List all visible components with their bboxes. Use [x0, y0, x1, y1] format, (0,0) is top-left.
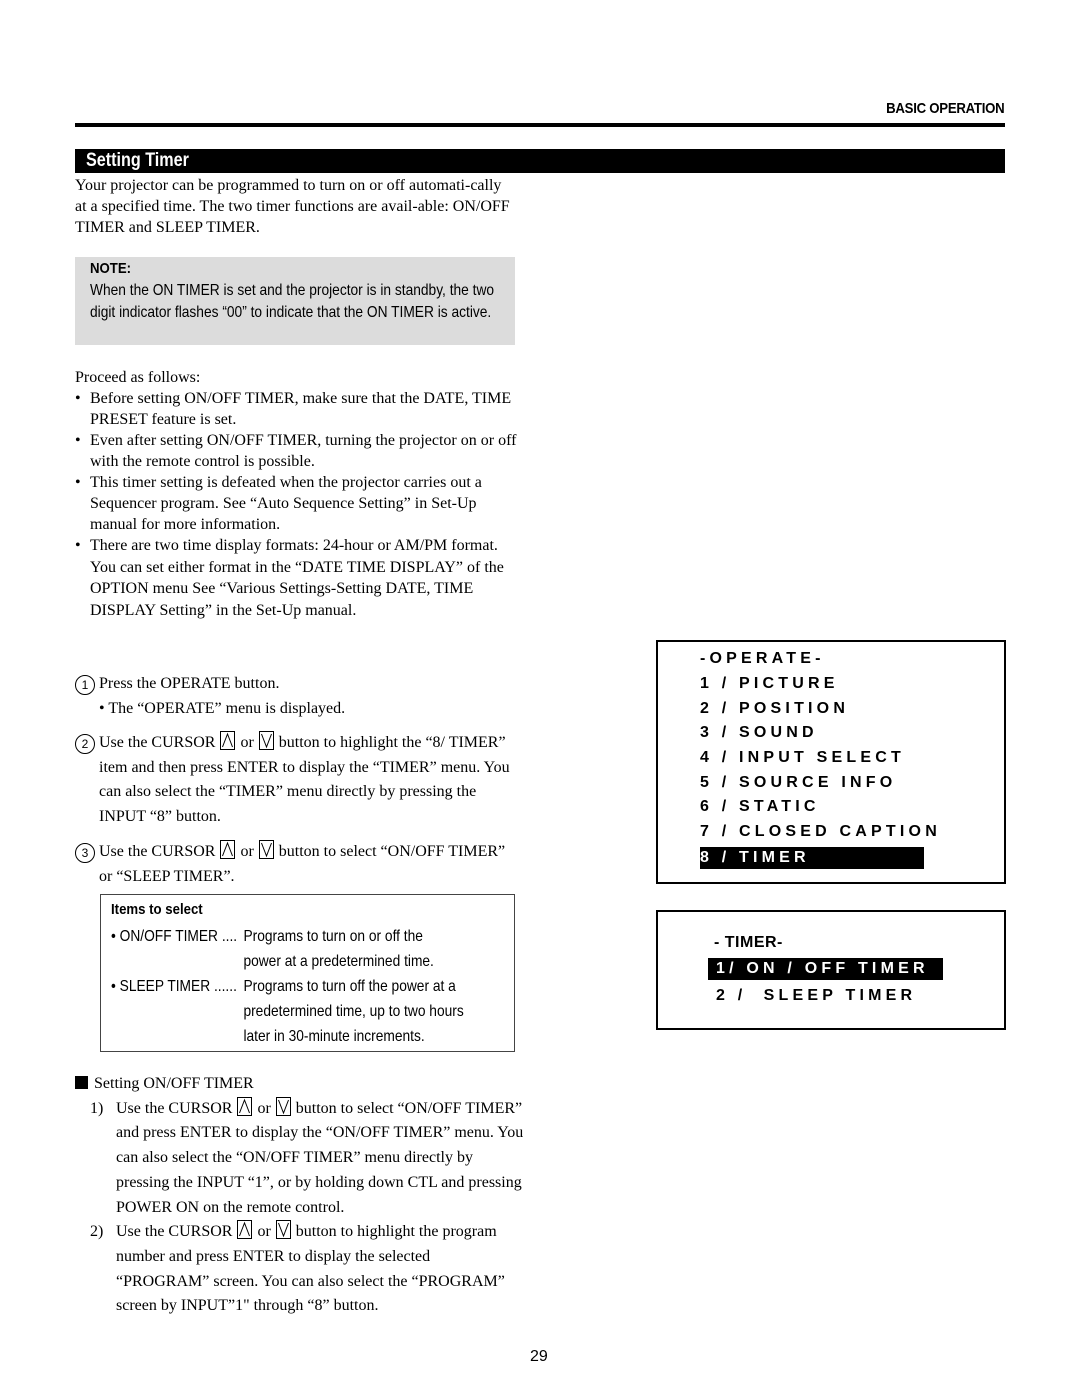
step-text: Press the OPERATE button. [99, 675, 280, 692]
operate-menu-title: -OPERATE- [700, 650, 825, 667]
operate-menu-screen: -OPERATE- 1 / PICTURE 2 / POSITION 3 / S… [656, 640, 1006, 884]
bullet-item: • There are two time display formats: 24-… [75, 537, 504, 619]
items-box-title: Items to select [111, 901, 203, 918]
cursor-down-key-icon [275, 1220, 291, 1240]
cursor-up-key-icon [237, 1220, 253, 1240]
operate-menu-item-picture[interactable]: 1 / PICTURE [700, 673, 839, 695]
header-rule [75, 123, 1005, 127]
proceed-lead: Proceed as follows: [75, 369, 201, 386]
step-number-circle: 3 [75, 843, 95, 863]
operate-menu-item-sound[interactable]: 3 / SOUND [700, 722, 818, 744]
operate-menu-item-position[interactable]: 2 / POSITION [700, 698, 849, 720]
step-1: 1 Press the OPERATE button. • The “OPERA… [75, 672, 520, 721]
item-sleep-timer: • SLEEP TIMER ...... Programs to turn off… [111, 974, 464, 1049]
step-2: 2 Use the CURSOR or button to highlight … [75, 731, 520, 829]
operate-menu-item-closed-caption[interactable]: 7 / CLOSED CAPTION [700, 821, 941, 843]
item-label: • SLEEP TIMER ...... [111, 978, 237, 995]
operate-menu-item-static[interactable]: 6 / STATIC [700, 796, 820, 818]
items-to-select-box: Items to select • ON/OFF TIMER .... Progr… [100, 894, 515, 1052]
section-heading: Setting ON/OFF TIMER [75, 1072, 525, 1097]
bullet-item: • Before setting ON/OFF TIMER, make sure … [75, 390, 512, 428]
note-box: NOTE: When the ON TIMER is set and the p… [75, 257, 515, 345]
page-number: 29 [530, 1348, 548, 1365]
proceed-section: Proceed as follows: • Before setting ON/O… [75, 367, 520, 621]
step-subtext: • The “OPERATE” menu is displayed. [99, 699, 346, 717]
note-text: When the ON TIMER is set and the project… [90, 282, 495, 321]
bullet-item: • This timer setting is defeated when the… [75, 474, 482, 533]
cursor-down-key-icon [275, 1096, 291, 1116]
page-title: Setting Timer [86, 150, 189, 171]
square-bullet-icon [75, 1076, 88, 1089]
section-label: BASIC OPERATION [885, 100, 1005, 117]
step-number-circle: 2 [75, 734, 95, 754]
step-3: 3 Use the CURSOR or button to select “ON… [75, 840, 520, 889]
timer-menu-title: - TIMER- [714, 934, 783, 951]
item-label: • ON/OFF TIMER .... [111, 928, 238, 945]
proceed-bullet-list: • Before setting ON/OFF TIMER, make sure … [75, 388, 520, 621]
onoff-step-1: 1) Use the CURSOR or button to select “O… [75, 1096, 525, 1221]
timer-menu-item-sleep-timer[interactable]: 2 / SLEEP TIMER [716, 985, 916, 1007]
setting-on-off-timer-section: Setting ON/OFF TIMER 1) Use the CURSOR o… [75, 1072, 525, 1319]
cursor-down-key-icon [258, 840, 274, 859]
item-description: Programs to turn on or off the power at a… [243, 928, 434, 970]
cursor-down-key-icon [258, 731, 274, 750]
cursor-up-key-icon [237, 1096, 253, 1116]
timer-menu-screen: - TIMER- 1/ ON / OFF TIMER 2 / SLEEP TIM… [656, 910, 1006, 1030]
note-title: NOTE: [90, 260, 132, 277]
onoff-step-2: 2) Use the CURSOR or button to highlight… [75, 1220, 525, 1319]
timer-menu-item-on-off-timer-selected[interactable]: 1/ ON / OFF TIMER [708, 958, 943, 980]
step-number-circle: 1 [75, 675, 95, 695]
operate-menu-item-input-select[interactable]: 4 / INPUT SELECT [700, 747, 905, 769]
item-description: Programs to turn off the power at a prede… [243, 978, 464, 1045]
intro-paragraph: Your projector can be programmed to turn… [75, 177, 510, 236]
item-on-off-timer: • ON/OFF TIMER .... Programs to turn on o… [111, 924, 434, 974]
operate-menu-item-timer-selected[interactable]: 8 / TIMER [700, 847, 924, 869]
bullet-item: • Even after setting ON/OFF TIMER, turnin… [75, 432, 517, 470]
title-bar: Setting Timer [75, 149, 1005, 173]
cursor-up-key-icon [220, 731, 236, 750]
cursor-up-key-icon [220, 840, 236, 859]
operate-menu-item-source-info[interactable]: 5 / SOURCE INFO [700, 772, 896, 794]
